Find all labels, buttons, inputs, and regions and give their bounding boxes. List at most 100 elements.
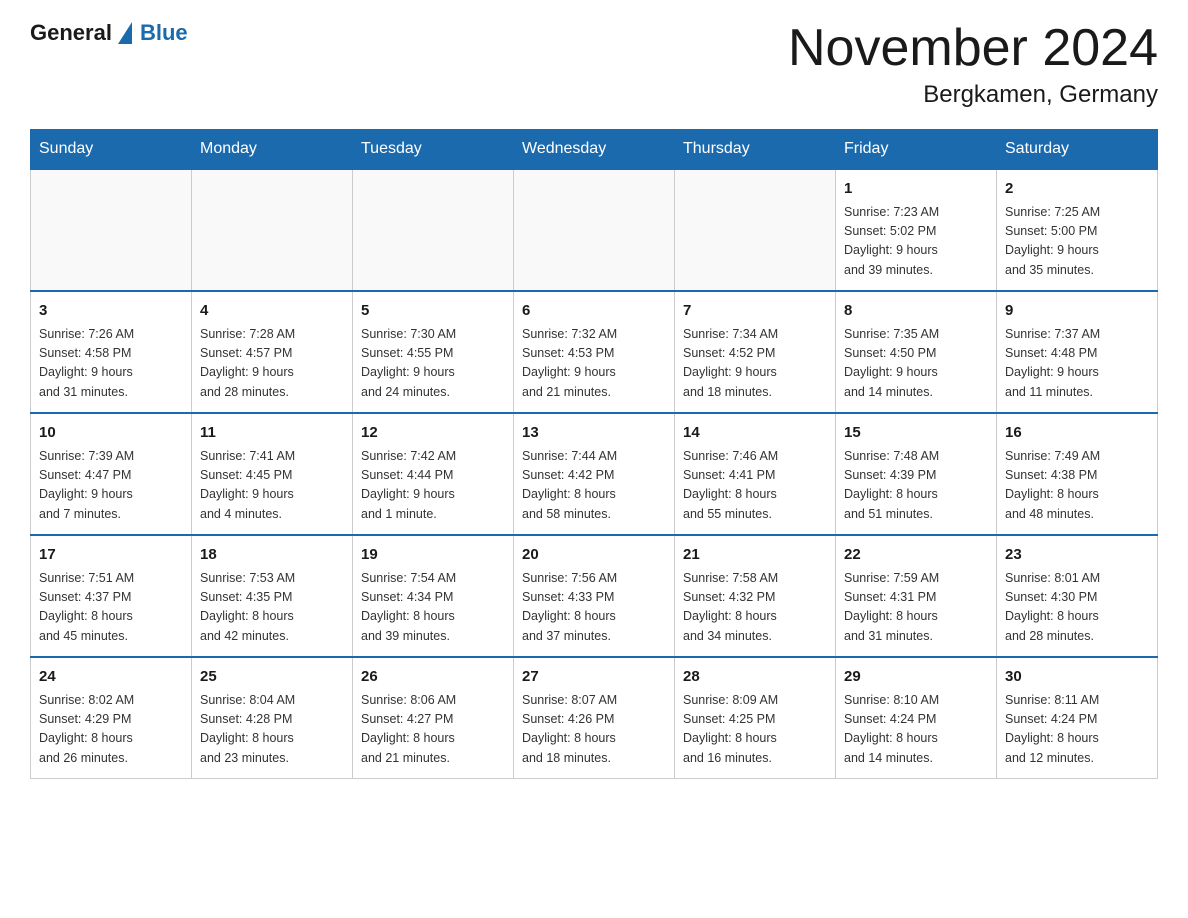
day-number: 14: [683, 422, 827, 445]
calendar-cell: 11Sunrise: 7:41 AMSunset: 4:45 PMDayligh…: [192, 413, 353, 535]
day-number: 27: [522, 666, 666, 689]
day-number: 28: [683, 666, 827, 689]
day-info: Sunrise: 8:04 AMSunset: 4:28 PMDaylight:…: [200, 691, 344, 769]
calendar-cell: [675, 169, 836, 291]
day-info: Sunrise: 7:48 AMSunset: 4:39 PMDaylight:…: [844, 447, 988, 525]
week-row-4: 17Sunrise: 7:51 AMSunset: 4:37 PMDayligh…: [31, 535, 1158, 657]
calendar-cell: 19Sunrise: 7:54 AMSunset: 4:34 PMDayligh…: [353, 535, 514, 657]
day-info: Sunrise: 7:30 AMSunset: 4:55 PMDaylight:…: [361, 325, 505, 403]
day-info: Sunrise: 7:56 AMSunset: 4:33 PMDaylight:…: [522, 569, 666, 647]
day-number: 4: [200, 300, 344, 323]
calendar-cell: 20Sunrise: 7:56 AMSunset: 4:33 PMDayligh…: [514, 535, 675, 657]
day-info: Sunrise: 7:59 AMSunset: 4:31 PMDaylight:…: [844, 569, 988, 647]
day-info: Sunrise: 7:25 AMSunset: 5:00 PMDaylight:…: [1005, 203, 1149, 281]
day-info: Sunrise: 7:39 AMSunset: 4:47 PMDaylight:…: [39, 447, 183, 525]
day-info: Sunrise: 8:09 AMSunset: 4:25 PMDaylight:…: [683, 691, 827, 769]
calendar-cell: 8Sunrise: 7:35 AMSunset: 4:50 PMDaylight…: [836, 291, 997, 413]
week-row-5: 24Sunrise: 8:02 AMSunset: 4:29 PMDayligh…: [31, 657, 1158, 779]
weekday-header-tuesday: Tuesday: [353, 130, 514, 170]
calendar-cell: 29Sunrise: 8:10 AMSunset: 4:24 PMDayligh…: [836, 657, 997, 779]
logo-general-text: General: [30, 20, 112, 46]
day-info: Sunrise: 7:23 AMSunset: 5:02 PMDaylight:…: [844, 203, 988, 281]
week-row-2: 3Sunrise: 7:26 AMSunset: 4:58 PMDaylight…: [31, 291, 1158, 413]
logo-blue-text: Blue: [140, 20, 188, 46]
location-title: Bergkamen, Germany: [788, 81, 1158, 109]
calendar-cell: 28Sunrise: 8:09 AMSunset: 4:25 PMDayligh…: [675, 657, 836, 779]
day-number: 29: [844, 666, 988, 689]
day-number: 30: [1005, 666, 1149, 689]
day-number: 9: [1005, 300, 1149, 323]
day-number: 11: [200, 422, 344, 445]
day-number: 26: [361, 666, 505, 689]
calendar-cell: 26Sunrise: 8:06 AMSunset: 4:27 PMDayligh…: [353, 657, 514, 779]
title-block: November 2024 Bergkamen, Germany: [788, 20, 1158, 109]
calendar-cell: 24Sunrise: 8:02 AMSunset: 4:29 PMDayligh…: [31, 657, 192, 779]
calendar-cell: 12Sunrise: 7:42 AMSunset: 4:44 PMDayligh…: [353, 413, 514, 535]
day-info: Sunrise: 8:06 AMSunset: 4:27 PMDaylight:…: [361, 691, 505, 769]
calendar-cell: 23Sunrise: 8:01 AMSunset: 4:30 PMDayligh…: [997, 535, 1158, 657]
calendar-cell: 15Sunrise: 7:48 AMSunset: 4:39 PMDayligh…: [836, 413, 997, 535]
day-info: Sunrise: 7:28 AMSunset: 4:57 PMDaylight:…: [200, 325, 344, 403]
day-number: 24: [39, 666, 183, 689]
day-info: Sunrise: 8:11 AMSunset: 4:24 PMDaylight:…: [1005, 691, 1149, 769]
day-number: 5: [361, 300, 505, 323]
day-info: Sunrise: 7:41 AMSunset: 4:45 PMDaylight:…: [200, 447, 344, 525]
calendar-cell: 14Sunrise: 7:46 AMSunset: 4:41 PMDayligh…: [675, 413, 836, 535]
day-info: Sunrise: 7:35 AMSunset: 4:50 PMDaylight:…: [844, 325, 988, 403]
calendar-cell: [31, 169, 192, 291]
month-title: November 2024: [788, 20, 1158, 77]
day-number: 2: [1005, 178, 1149, 201]
day-info: Sunrise: 7:53 AMSunset: 4:35 PMDaylight:…: [200, 569, 344, 647]
day-number: 8: [844, 300, 988, 323]
calendar-cell: 7Sunrise: 7:34 AMSunset: 4:52 PMDaylight…: [675, 291, 836, 413]
weekday-header-monday: Monday: [192, 130, 353, 170]
day-number: 10: [39, 422, 183, 445]
calendar-cell: 5Sunrise: 7:30 AMSunset: 4:55 PMDaylight…: [353, 291, 514, 413]
calendar-cell: [353, 169, 514, 291]
day-number: 17: [39, 544, 183, 567]
calendar-cell: 9Sunrise: 7:37 AMSunset: 4:48 PMDaylight…: [997, 291, 1158, 413]
day-info: Sunrise: 8:10 AMSunset: 4:24 PMDaylight:…: [844, 691, 988, 769]
day-number: 16: [1005, 422, 1149, 445]
day-number: 3: [39, 300, 183, 323]
day-info: Sunrise: 7:49 AMSunset: 4:38 PMDaylight:…: [1005, 447, 1149, 525]
day-number: 22: [844, 544, 988, 567]
calendar-cell: [192, 169, 353, 291]
calendar-cell: 3Sunrise: 7:26 AMSunset: 4:58 PMDaylight…: [31, 291, 192, 413]
logo-triangle-icon: [118, 22, 132, 44]
day-number: 13: [522, 422, 666, 445]
day-number: 1: [844, 178, 988, 201]
day-info: Sunrise: 7:54 AMSunset: 4:34 PMDaylight:…: [361, 569, 505, 647]
day-info: Sunrise: 7:46 AMSunset: 4:41 PMDaylight:…: [683, 447, 827, 525]
calendar-cell: 21Sunrise: 7:58 AMSunset: 4:32 PMDayligh…: [675, 535, 836, 657]
calendar-cell: 16Sunrise: 7:49 AMSunset: 4:38 PMDayligh…: [997, 413, 1158, 535]
page-header: General Blue November 2024 Bergkamen, Ge…: [30, 20, 1158, 109]
calendar-table: SundayMondayTuesdayWednesdayThursdayFrid…: [30, 129, 1158, 779]
day-info: Sunrise: 8:07 AMSunset: 4:26 PMDaylight:…: [522, 691, 666, 769]
calendar-cell: 10Sunrise: 7:39 AMSunset: 4:47 PMDayligh…: [31, 413, 192, 535]
day-info: Sunrise: 7:58 AMSunset: 4:32 PMDaylight:…: [683, 569, 827, 647]
calendar-cell: 18Sunrise: 7:53 AMSunset: 4:35 PMDayligh…: [192, 535, 353, 657]
calendar-cell: 17Sunrise: 7:51 AMSunset: 4:37 PMDayligh…: [31, 535, 192, 657]
logo: General Blue: [30, 20, 188, 46]
day-number: 7: [683, 300, 827, 323]
weekday-header-sunday: Sunday: [31, 130, 192, 170]
day-info: Sunrise: 7:51 AMSunset: 4:37 PMDaylight:…: [39, 569, 183, 647]
day-info: Sunrise: 7:34 AMSunset: 4:52 PMDaylight:…: [683, 325, 827, 403]
calendar-cell: 13Sunrise: 7:44 AMSunset: 4:42 PMDayligh…: [514, 413, 675, 535]
calendar-cell: 22Sunrise: 7:59 AMSunset: 4:31 PMDayligh…: [836, 535, 997, 657]
day-number: 21: [683, 544, 827, 567]
calendar-cell: 2Sunrise: 7:25 AMSunset: 5:00 PMDaylight…: [997, 169, 1158, 291]
weekday-header-friday: Friday: [836, 130, 997, 170]
day-info: Sunrise: 7:37 AMSunset: 4:48 PMDaylight:…: [1005, 325, 1149, 403]
day-number: 20: [522, 544, 666, 567]
weekday-header-wednesday: Wednesday: [514, 130, 675, 170]
day-number: 15: [844, 422, 988, 445]
day-info: Sunrise: 7:32 AMSunset: 4:53 PMDaylight:…: [522, 325, 666, 403]
weekday-header-thursday: Thursday: [675, 130, 836, 170]
weekday-header-saturday: Saturday: [997, 130, 1158, 170]
day-number: 12: [361, 422, 505, 445]
week-row-1: 1Sunrise: 7:23 AMSunset: 5:02 PMDaylight…: [31, 169, 1158, 291]
day-info: Sunrise: 7:44 AMSunset: 4:42 PMDaylight:…: [522, 447, 666, 525]
calendar-cell: 4Sunrise: 7:28 AMSunset: 4:57 PMDaylight…: [192, 291, 353, 413]
